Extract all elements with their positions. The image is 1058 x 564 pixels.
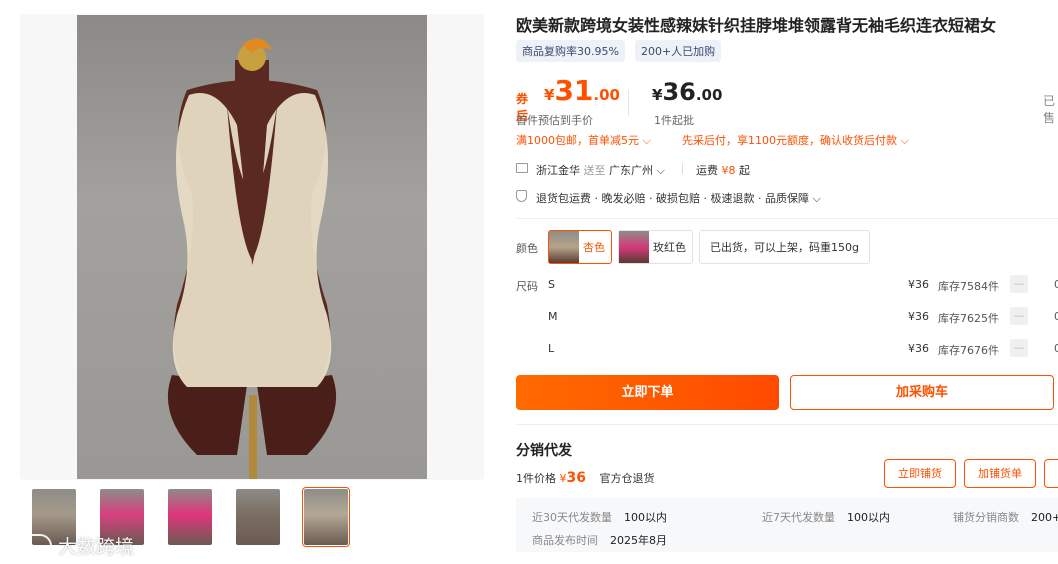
shipping-fee-label: 运费 — [696, 164, 718, 177]
stat-value: 100以内 — [624, 511, 667, 524]
decrease-qty-button[interactable]: — — [1010, 307, 1028, 325]
thumbnail[interactable] — [156, 486, 224, 548]
std-price-dec: .00 — [695, 86, 723, 104]
qty-value[interactable]: 0 — [1054, 278, 1058, 291]
product-title: 欧美新款跨境女装性感辣妹针织挂脖堆堆领露背无袖毛织连衣短裙女 — [516, 16, 997, 35]
stat-label: 铺货分销商数 — [953, 511, 1019, 524]
main-product-image[interactable] — [20, 14, 484, 480]
shipping-fee-value: ¥8 — [721, 164, 736, 177]
color-option-label: 玫红色 — [653, 241, 686, 254]
thumbnail-active[interactable] — [292, 486, 360, 548]
stat-shops: 铺货分销商数 200+ — [953, 509, 1058, 525]
ship-route: 浙江金华 送至 广东广州 ⌵ — [536, 162, 665, 178]
coupon-price-note: 首件预估到手价 — [516, 114, 593, 127]
stat-sold7: 近7天代发数量 100以内 — [762, 509, 890, 525]
sold-count-label: 已售 — [1043, 94, 1056, 125]
shipping-note-text: 已出货，可以上架，码重150g — [710, 241, 859, 254]
decrease-qty-button[interactable]: — — [1010, 339, 1028, 357]
distribution-price-currency: ¥ — [559, 472, 567, 485]
watermark-logo-icon — [8, 533, 52, 558]
mannequin-illustration — [167, 38, 337, 479]
distribution-price-label: 1件价格 — [516, 472, 556, 485]
added-to-cart-tag: 200+人已加购 — [634, 40, 722, 62]
color-option-apricot[interactable]: 杏色 — [548, 230, 612, 264]
size-stock: 库存7584件 — [938, 280, 999, 293]
watermark-text: 大数跨境 — [58, 536, 135, 558]
add-to-cart-button[interactable]: 加采购车 — [790, 375, 1054, 410]
watermark: 大数跨境 — [8, 532, 134, 559]
size-label: 尺码 — [516, 280, 538, 293]
ship-to-label: 送至 — [583, 164, 606, 177]
stat-label: 近30天代发数量 — [532, 511, 612, 524]
promo-row: 满1000包邮，首单减5元 ⌵ 先采后付，享1100元额度，确认收货后付款 ⌵ — [516, 132, 909, 148]
stock-now-button[interactable]: 立即铺货 — [884, 459, 956, 488]
color-label: 颜色 — [516, 242, 538, 255]
coupon-price: ¥31.00 — [544, 74, 620, 107]
distribution-price: 1件价格 ¥36 官方仓退货 — [516, 470, 654, 486]
truck-icon — [516, 163, 528, 173]
size-row: L ¥36 库存7676件 — 0 — [548, 339, 1058, 359]
buy-now-button[interactable]: 立即下单 — [516, 375, 779, 410]
shipping-fee: 运费 ¥8 起 — [696, 162, 750, 178]
stat-value: 2025年8月 — [610, 534, 667, 547]
color-option-rose[interactable]: 玫红色 — [618, 230, 693, 264]
divider — [516, 218, 1058, 219]
decrease-qty-button[interactable]: — — [1010, 275, 1028, 293]
coupon-price-dec: .00 — [593, 86, 620, 104]
distribution-note: 官方仓退货 — [599, 472, 655, 485]
std-price-int: 36 — [662, 78, 696, 106]
product-tags: 商品复购率30.95% 200+人已加购 — [516, 40, 722, 62]
distribution-title: 分销代发 — [516, 443, 572, 459]
size-price: ¥36 — [908, 342, 929, 355]
thumbnail-image — [168, 489, 212, 545]
stat-label: 近7天代发数量 — [762, 511, 835, 524]
price-divider — [628, 90, 629, 116]
more-button[interactable] — [1044, 459, 1058, 488]
size-row: S ¥36 库存7584件 — 0 — [548, 275, 1058, 295]
shipping-fee-suffix: 起 — [739, 164, 750, 177]
distribution-price-value: 36 — [566, 470, 586, 486]
size-name: S — [548, 278, 555, 291]
size-name: L — [548, 342, 555, 355]
stat-value: 200+ — [1031, 511, 1058, 524]
ship-to-select[interactable]: 广东广州 ⌵ — [609, 164, 665, 177]
shipping-note-badge: 已出货，可以上架，码重150g — [699, 230, 870, 264]
ship-from: 浙江金华 — [536, 164, 580, 177]
add-to-list-button[interactable]: 加铺货单 — [964, 459, 1036, 488]
product-photo — [77, 15, 427, 479]
thumbnail[interactable] — [224, 486, 292, 548]
min-order-note: 1件起批 — [654, 114, 694, 127]
divider — [516, 424, 1058, 425]
size-row: M ¥36 库存7625件 — 0 — [548, 307, 1058, 327]
thumbnail-image — [302, 487, 350, 547]
size-stock: 库存7625件 — [938, 312, 999, 325]
distribution-stats: 近30天代发数量 100以内 近7天代发数量 100以内 铺货分销商数 200+ 商品… — [516, 498, 1058, 552]
pay-later-promo[interactable]: 先采后付，享1100元额度，确认收货后付款 ⌵ — [682, 132, 909, 148]
qty-value[interactable]: 0 — [1054, 342, 1058, 355]
shipping-divider — [682, 163, 683, 174]
color-swatch — [619, 231, 649, 263]
std-currency: ¥ — [652, 86, 663, 104]
coupon-price-int: 31 — [554, 74, 594, 107]
size-price: ¥36 — [908, 310, 929, 323]
free-shipping-promo[interactable]: 满1000包邮，首单减5元 ⌵ — [516, 132, 651, 148]
coupon-currency: ¥ — [544, 86, 555, 104]
shield-icon — [516, 190, 527, 202]
thumbnail-image — [236, 489, 280, 545]
stat-value: 100以内 — [847, 511, 890, 524]
stat-published: 商品发布时间 2025年8月 — [532, 532, 667, 548]
size-stock: 库存7676件 — [938, 344, 999, 357]
service-guarantees: 退货包运费 · 晚发必赔 · 破损包赔 · 极速退款 · 品质保障 ⌵ — [536, 192, 821, 205]
qty-value[interactable]: 0 — [1054, 310, 1058, 323]
color-swatch — [549, 231, 579, 263]
stat-label: 商品发布时间 — [532, 534, 598, 547]
size-name: M — [548, 310, 558, 323]
standard-price: ¥36.00 — [652, 78, 722, 106]
repurchase-rate-tag: 商品复购率30.95% — [516, 40, 625, 62]
color-options: 杏色 玫红色 已出货，可以上架，码重150g — [548, 230, 870, 264]
stat-sold30: 近30天代发数量 100以内 — [532, 509, 667, 525]
size-price: ¥36 — [908, 278, 929, 291]
color-option-label: 杏色 — [583, 241, 605, 254]
